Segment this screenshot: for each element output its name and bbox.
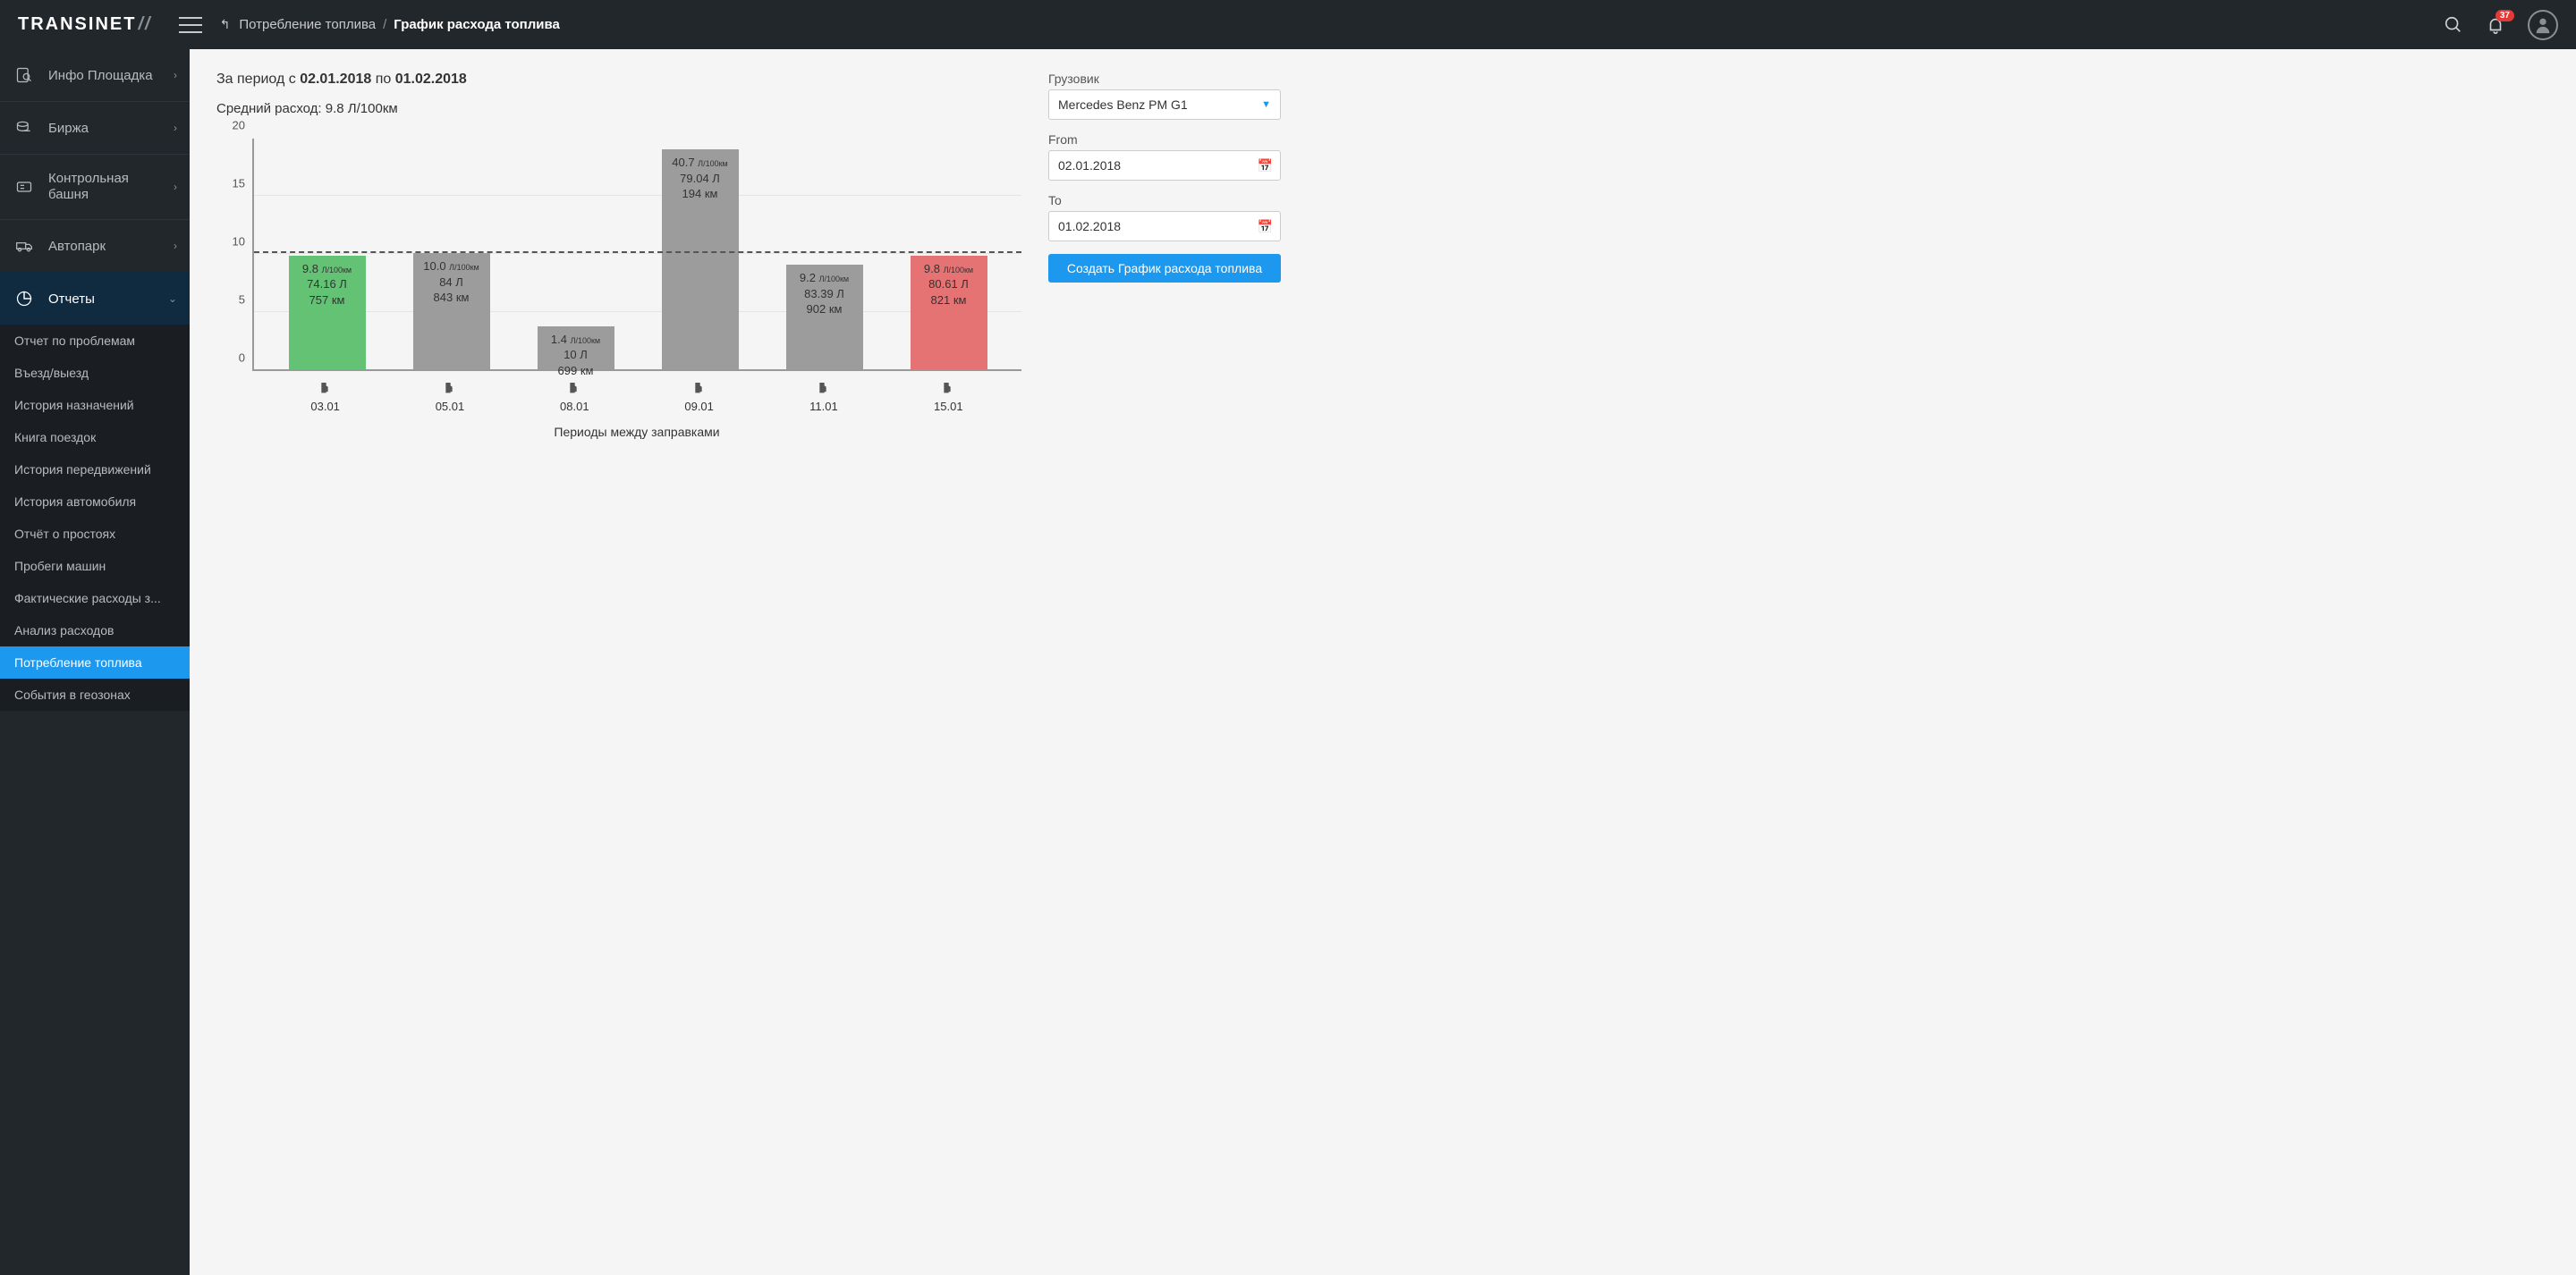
filter-panel: Грузовик Mercedes Benz PM G1 ▼ From 02.0… [1048, 72, 1281, 283]
from-label: From [1048, 132, 1281, 147]
y-axis: 05101520 [216, 139, 252, 371]
breadcrumb-separator: / [383, 17, 386, 32]
x-tick: 05.01 [410, 380, 490, 413]
chart-column: За период с 02.01.2018 по 01.02.2018 Сре… [216, 72, 1021, 416]
from-date-input[interactable]: 02.01.2018 📅 [1048, 150, 1281, 181]
subnav-item-4[interactable]: История передвижений [0, 453, 190, 486]
brand-slashes-icon: // [138, 14, 151, 35]
menu-toggle-icon[interactable] [179, 17, 202, 33]
brand-text: TRANSINET [18, 14, 136, 35]
calendar-icon: 📅 [1258, 158, 1273, 173]
fuel-pump-icon [941, 380, 955, 396]
bar-11.01[interactable]: 9.2 Л/100км83.39 Л902 км [786, 265, 863, 369]
reference-line [254, 251, 1021, 253]
subnav-item-10[interactable]: Потребление топлива [0, 646, 190, 679]
chevron-icon: › [174, 240, 177, 252]
calendar-icon: 📅 [1258, 219, 1273, 234]
fuel-pump-icon [567, 380, 581, 396]
fuel-pump-icon [318, 380, 333, 396]
bar-08.01[interactable]: 1.4 Л/100км10 Л699 км [538, 326, 614, 369]
bar-03.01[interactable]: 9.8 Л/100км74.16 Л757 км [289, 256, 366, 369]
subnav-item-3[interactable]: Книга поездок [0, 421, 190, 453]
tower-icon [13, 177, 36, 197]
y-tick: 10 [233, 235, 245, 249]
truck-select-value: Mercedes Benz PM G1 [1058, 97, 1188, 112]
notifications-icon[interactable]: 37 [2486, 15, 2505, 35]
nav-item-4[interactable]: Отчеты⌄ [0, 272, 190, 325]
average-text: Средний расход: 9.8 Л/100км [216, 101, 1021, 116]
subnav-item-8[interactable]: Фактические расходы з... [0, 582, 190, 614]
subnav-item-5[interactable]: История автомобиля [0, 486, 190, 518]
x-tick: 11.01 [784, 380, 864, 413]
pie-icon [13, 289, 36, 308]
to-label: To [1048, 193, 1281, 207]
truck-select[interactable]: Mercedes Benz PM G1 ▼ [1048, 89, 1281, 120]
fuel-pump-icon [443, 380, 457, 396]
chevron-icon: › [174, 69, 177, 81]
fuel-pump-icon [817, 380, 831, 396]
x-tick: 15.01 [908, 380, 988, 413]
fuel-pump-icon [692, 380, 707, 396]
truck-icon [13, 236, 36, 256]
period-text: За период с 02.01.2018 по 01.02.2018 [216, 72, 1021, 88]
truck-label: Грузовик [1048, 72, 1281, 86]
nav-item-3[interactable]: Автопарк› [0, 219, 190, 272]
nav-item-1[interactable]: Биржа› [0, 101, 190, 154]
breadcrumb-page: График расхода топлива [394, 17, 560, 32]
sidebar: Инфо Площадка›Биржа›Контрольнаябашня›Авт… [0, 49, 190, 1275]
brand-logo[interactable]: TRANSINET// [18, 14, 152, 35]
y-tick: 5 [239, 293, 245, 307]
to-date-value: 01.02.2018 [1058, 219, 1121, 233]
subnav-item-9[interactable]: Анализ расходов [0, 614, 190, 646]
reports-submenu: Отчет по проблемамВъезд/выездИстория наз… [0, 325, 190, 711]
chevron-icon: › [174, 122, 177, 134]
subnav-item-1[interactable]: Въезд/выезд [0, 357, 190, 389]
bar-15.01[interactable]: 9.8 Л/100км80.61 Л821 км [911, 256, 987, 369]
breadcrumb-up-icon[interactable]: ↰ [220, 17, 231, 32]
caret-down-icon: ▼ [1261, 99, 1271, 110]
subnav-item-6[interactable]: Отчёт о простоях [0, 518, 190, 550]
notifications-badge: 37 [2496, 10, 2514, 21]
bar-09.01[interactable]: 40.7 Л/100км79.04 Л194 км [662, 149, 739, 369]
avatar[interactable] [2528, 10, 2558, 40]
search-doc-icon [13, 65, 36, 85]
nav-item-2[interactable]: Контрольнаябашня› [0, 154, 190, 219]
from-date-value: 02.01.2018 [1058, 158, 1121, 173]
nav-item-0[interactable]: Инфо Площадка› [0, 49, 190, 101]
subnav-item-11[interactable]: События в геозонах [0, 679, 190, 711]
search-icon[interactable] [2444, 15, 2463, 35]
chevron-icon: ⌄ [168, 292, 177, 305]
to-date-input[interactable]: 01.02.2018 📅 [1048, 211, 1281, 241]
main-content: За период с 02.01.2018 по 01.02.2018 Сре… [190, 49, 2576, 1275]
subnav-item-2[interactable]: История назначений [0, 389, 190, 421]
plot-area: 9.8 Л/100км74.16 Л757 км 10.0 Л/100км84 Л… [252, 139, 1021, 371]
chevron-icon: › [174, 181, 177, 193]
topbar: TRANSINET// ↰ Потребление топлива / Граф… [0, 0, 2576, 49]
x-tick: 08.01 [534, 380, 614, 413]
fuel-chart: 05101520 9.8 Л/100км74.16 Л757 км10.0 Л/… [216, 139, 1021, 416]
x-axis: 03.01 05.01 08.01 09.01 11.01 15.01 [252, 380, 1021, 413]
x-tick: 09.01 [659, 380, 740, 413]
breadcrumb-section[interactable]: Потребление топлива [239, 17, 376, 32]
y-tick: 20 [233, 119, 245, 132]
x-axis-label: Периоды между заправками [252, 425, 1021, 439]
y-tick: 15 [233, 177, 245, 190]
y-tick: 0 [239, 351, 245, 365]
x-tick: 03.01 [285, 380, 366, 413]
generate-chart-button[interactable]: Создать График расхода топлива [1048, 254, 1281, 283]
coins-icon [13, 118, 36, 138]
bar-05.01[interactable]: 10.0 Л/100км84 Л843 км [413, 253, 490, 369]
subnav-item-7[interactable]: Пробеги машин [0, 550, 190, 582]
subnav-item-0[interactable]: Отчет по проблемам [0, 325, 190, 357]
breadcrumb: ↰ Потребление топлива / График расхода т… [220, 17, 560, 32]
